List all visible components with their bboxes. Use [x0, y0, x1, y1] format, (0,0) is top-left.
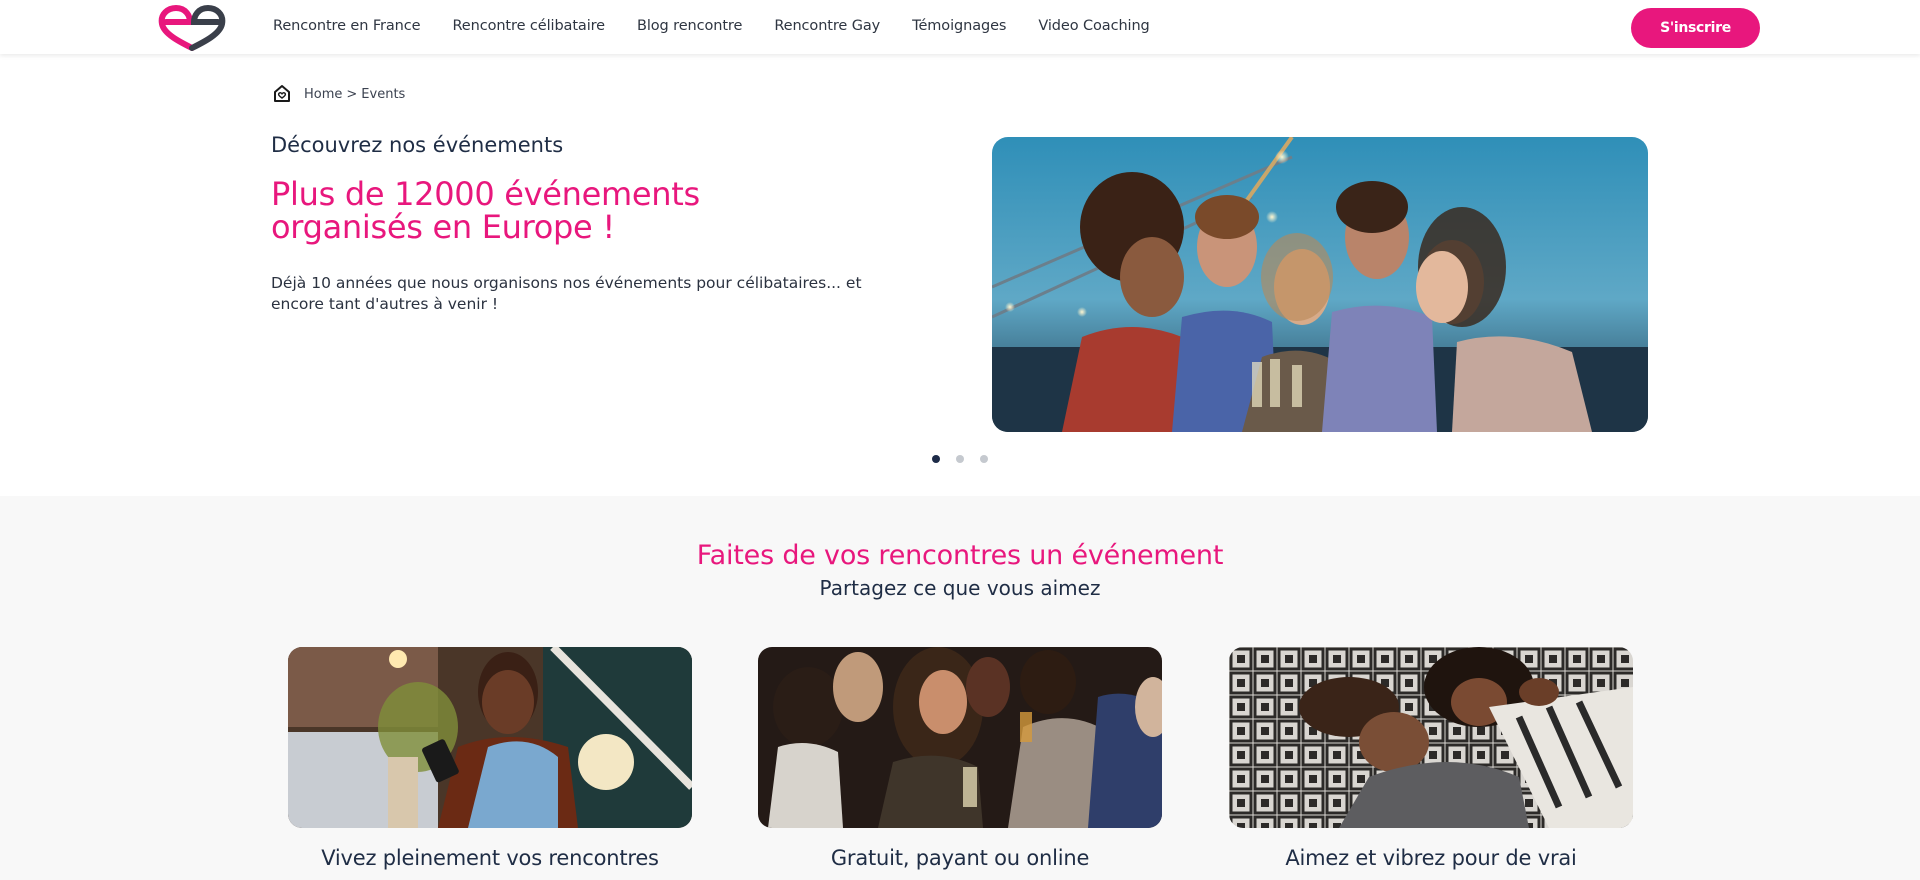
feature-card[interactable]: Aimez et vibrez pour de vrai — [1229, 647, 1633, 870]
hero-kicker: Découvrez nos événements — [271, 133, 564, 157]
main-nav: Rencontre en France Rencontre célibatair… — [273, 0, 1182, 52]
home-heart-icon[interactable] — [272, 84, 292, 104]
section-title: Faites de vos rencontres un événement — [696, 540, 1224, 571]
site-header: Rencontre en France Rencontre célibatair… — [0, 0, 1920, 54]
breadcrumb-current: Events — [361, 86, 406, 102]
carousel-dot-2[interactable] — [956, 455, 964, 463]
nav-blog-rencontre[interactable]: Blog rencontre — [637, 18, 742, 34]
breadcrumb-separator: > — [346, 86, 358, 102]
site-logo[interactable] — [158, 4, 228, 52]
nav-rencontre-gay[interactable]: Rencontre Gay — [774, 18, 880, 34]
feature-card-image — [288, 647, 692, 828]
signup-button[interactable]: S'inscrire — [1631, 8, 1760, 48]
feature-card-title: Gratuit, payant ou online — [830, 846, 1090, 870]
carousel-dots — [932, 455, 988, 463]
feature-card-title: Vivez pleinement vos rencontres — [321, 846, 659, 870]
breadcrumb: Home > Events — [272, 84, 405, 104]
feature-card[interactable]: Gratuit, payant ou online — [758, 647, 1162, 870]
carousel-dot-3[interactable] — [980, 455, 988, 463]
carousel-dot-1[interactable] — [932, 455, 940, 463]
nav-rencontre-celibataire[interactable]: Rencontre célibataire — [452, 18, 605, 34]
feature-card-image — [1229, 647, 1633, 828]
hero-carousel-image[interactable] — [992, 137, 1648, 432]
logo-heart-icon — [158, 4, 226, 51]
nav-video-coaching[interactable]: Video Coaching — [1038, 18, 1149, 34]
nav-temoignages[interactable]: Témoignages — [912, 18, 1006, 34]
nav-rencontre-en-france[interactable]: Rencontre en France — [273, 18, 421, 34]
feature-card-image — [758, 647, 1162, 828]
breadcrumb-home[interactable]: Home — [304, 87, 342, 102]
hero-section: Home > Events Découvrez nos événements P… — [0, 54, 1920, 532]
feature-card[interactable]: Vivez pleinement vos rencontres — [288, 647, 692, 870]
hero-title: Plus de 12000 événements organisés en Eu… — [271, 175, 700, 246]
hero-description: Déjà 10 années que nous organisons nos é… — [271, 274, 862, 313]
feature-card-title: Aimez et vibrez pour de vrai — [1285, 846, 1577, 870]
section-subtitle: Partagez ce que vous aimez — [819, 576, 1101, 600]
features-section: Faites de vos rencontres un événement Pa… — [0, 496, 1920, 880]
